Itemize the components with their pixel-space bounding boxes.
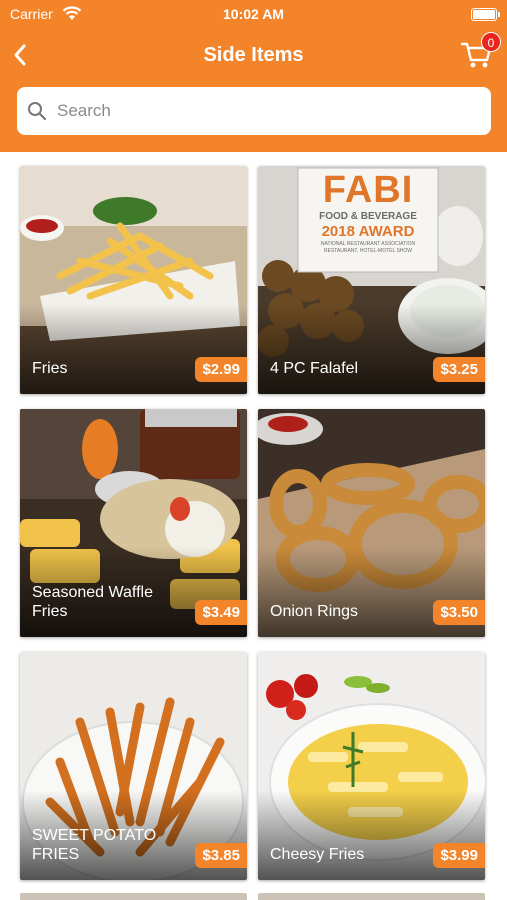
price-badge: $3.49 [195,600,247,625]
item-name: 4 PC Falafel [270,360,359,377]
price-badge: $2.99 [195,357,247,382]
menu-item-card[interactable]: Cheesy Fries $3.99 [258,652,485,880]
award-line1: FOOD & BEVERAGE [319,211,417,222]
item-name: Fries [32,360,68,377]
award-line2: 2018 AWARD [321,223,415,240]
menu-item-card[interactable]: FABI FOOD & BEVERAGE 2018 AWARD NATIONAL… [258,166,485,394]
menu-item-card-partial[interactable] [258,893,485,900]
item-name: SWEET POTATO FRIES [32,827,157,863]
menu-item-card[interactable]: Seasoned Waffle Fries $3.49 [20,409,247,637]
menu-item-card-partial[interactable] [20,893,247,900]
menu-item-card[interactable]: Onion Rings $3.50 [258,409,485,637]
menu-item-card[interactable]: SWEET POTATO FRIES $3.85 [20,652,247,880]
item-name: Seasoned Waffle Fries [32,584,153,620]
award-logo: FABI FOOD & BEVERAGE 2018 AWARD NATIONAL… [300,170,436,270]
search-icon [28,102,47,121]
page-title: Side Items [203,44,304,66]
status-time: 10:02 AM [223,6,284,22]
price-badge: $3.25 [433,357,485,382]
app-header: Carrier 10:02 AM Side Items 0 [0,0,507,152]
navigation-bar: Side Items 0 [0,32,507,76]
status-bar: Carrier 10:02 AM [0,0,507,30]
price-badge: $3.99 [433,843,485,868]
item-name: Cheesy Fries [270,846,365,863]
price-badge: $3.50 [433,600,485,625]
cart-count-badge: 0 [481,32,501,52]
award-line3: NATIONAL RESTAURANT ASSOCIATION [320,241,416,247]
award-brand: FABI [322,169,414,211]
battery-icon [471,8,500,21]
menu-item-card[interactable]: Fries $2.99 [20,166,247,394]
search-input[interactable] [57,97,477,125]
price-badge: $3.85 [195,843,247,868]
item-name: Onion Rings [270,603,359,620]
cart-button[interactable]: 0 [459,32,501,72]
award-line4: RESTAURANT, HOTEL-MOTEL SHOW [323,248,413,254]
search-bar[interactable] [17,87,491,135]
